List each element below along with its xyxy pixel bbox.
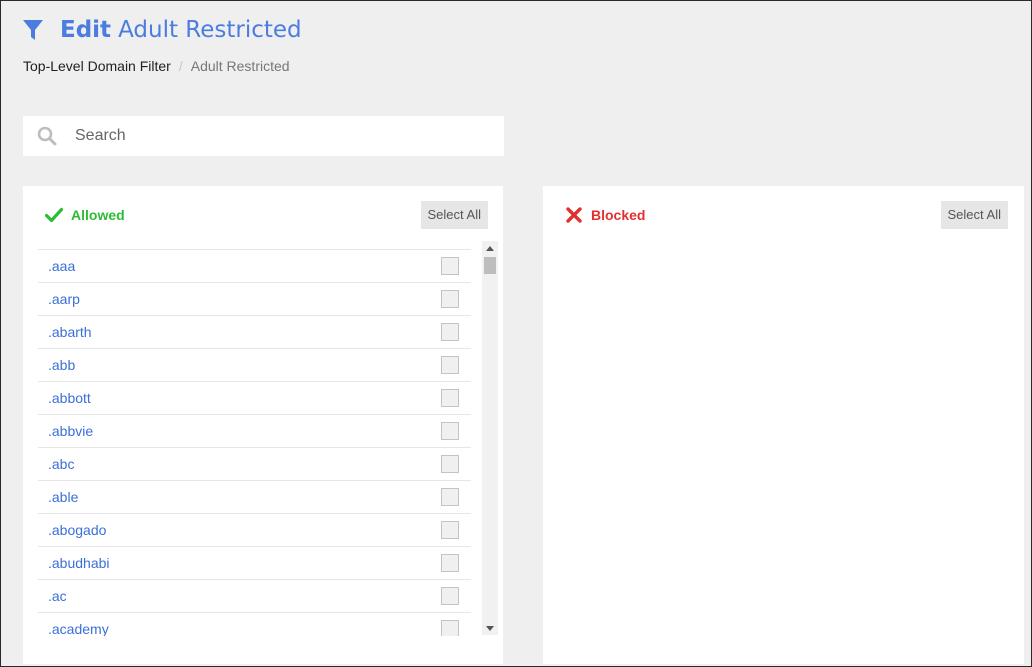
list-item[interactable]: .ac xyxy=(38,580,471,613)
tld-label: .abc xyxy=(48,456,75,472)
list-item[interactable]: .aaa xyxy=(38,250,471,283)
page-title: Edit Adult Restricted xyxy=(60,17,302,43)
blocked-header: Blocked xyxy=(565,206,645,224)
breadcrumb-current: Adult Restricted xyxy=(190,58,290,74)
tld-checkbox[interactable] xyxy=(441,455,459,473)
tld-checkbox[interactable] xyxy=(441,587,459,605)
tld-checkbox[interactable] xyxy=(441,422,459,440)
tld-checkbox[interactable] xyxy=(441,356,459,374)
allowed-panel: Allowed Select All .aaa .aarp .abarth .abb.… xyxy=(23,186,503,664)
list-item[interactable]: .abbott xyxy=(38,382,471,415)
allowed-list-scrollbar[interactable] xyxy=(482,241,498,635)
breadcrumb-separator: / xyxy=(178,58,183,74)
tld-label: .academy xyxy=(48,621,109,636)
tld-checkbox[interactable] xyxy=(441,620,459,636)
tld-checkbox[interactable] xyxy=(441,389,459,407)
list-item[interactable]: .able xyxy=(38,481,471,514)
tld-label: .abogado xyxy=(48,522,107,538)
tld-label: .abarth xyxy=(48,324,92,340)
scrollbar-thumb[interactable] xyxy=(484,257,496,274)
breadcrumb-link-tld-filter[interactable]: Top-Level Domain Filter xyxy=(23,58,171,74)
blocked-panel: Blocked Select All xyxy=(543,186,1024,664)
tld-checkbox[interactable] xyxy=(441,323,459,341)
list-item[interactable]: .abarth xyxy=(38,316,471,349)
tld-label: .aaa xyxy=(48,258,76,274)
search-box xyxy=(23,116,504,156)
allowed-select-all-button[interactable]: Select All xyxy=(420,201,488,229)
tld-checkbox[interactable] xyxy=(441,290,459,308)
search-input[interactable] xyxy=(73,126,477,146)
blocked-select-all-button[interactable]: Select All xyxy=(940,201,1008,229)
list-item[interactable]: .abb xyxy=(38,349,471,382)
tld-checkbox[interactable] xyxy=(441,521,459,539)
list-item[interactable]: .aarp xyxy=(38,283,471,316)
tld-checkbox[interactable] xyxy=(441,257,459,275)
list-item[interactable]: .academy xyxy=(38,613,471,636)
list-item[interactable]: .abudhabi xyxy=(38,547,471,580)
tld-checkbox[interactable] xyxy=(441,488,459,506)
allowed-label: Allowed xyxy=(71,207,125,223)
tld-label: .abudhabi xyxy=(48,555,110,571)
blocked-list xyxy=(558,249,991,635)
x-icon xyxy=(566,207,582,223)
tld-label: .ac xyxy=(48,588,67,604)
title-edit: Edit xyxy=(60,17,112,43)
tld-label: .abb xyxy=(48,357,76,373)
list-item[interactable]: .abbvie xyxy=(38,415,471,448)
filter-icon xyxy=(23,20,43,40)
scroll-up-arrow-icon[interactable] xyxy=(482,241,498,255)
allowed-header: Allowed xyxy=(45,206,125,224)
tld-label: .aarp xyxy=(48,291,80,307)
title-name: Adult Restricted xyxy=(118,17,302,43)
scroll-down-arrow-icon[interactable] xyxy=(482,621,498,635)
tld-label: .abbott xyxy=(48,390,91,406)
breadcrumb: Top-Level Domain Filter / Adult Restrict… xyxy=(23,58,290,74)
list-item[interactable]: .abogado xyxy=(38,514,471,547)
tld-label: .able xyxy=(48,489,79,505)
check-icon xyxy=(45,207,63,223)
search-icon xyxy=(37,126,57,146)
blocked-label: Blocked xyxy=(591,207,646,223)
list-item[interactable]: .abc xyxy=(38,448,471,481)
allowed-list: .aaa .aarp .abarth .abb .abbott .abbvie .abc .a… xyxy=(38,249,471,636)
page-header: Edit Adult Restricted xyxy=(22,17,302,43)
tld-checkbox[interactable] xyxy=(441,554,459,572)
tld-label: .abbvie xyxy=(48,423,94,439)
app-window: Edit Adult Restricted Top-Level Domain F… xyxy=(0,0,1032,667)
